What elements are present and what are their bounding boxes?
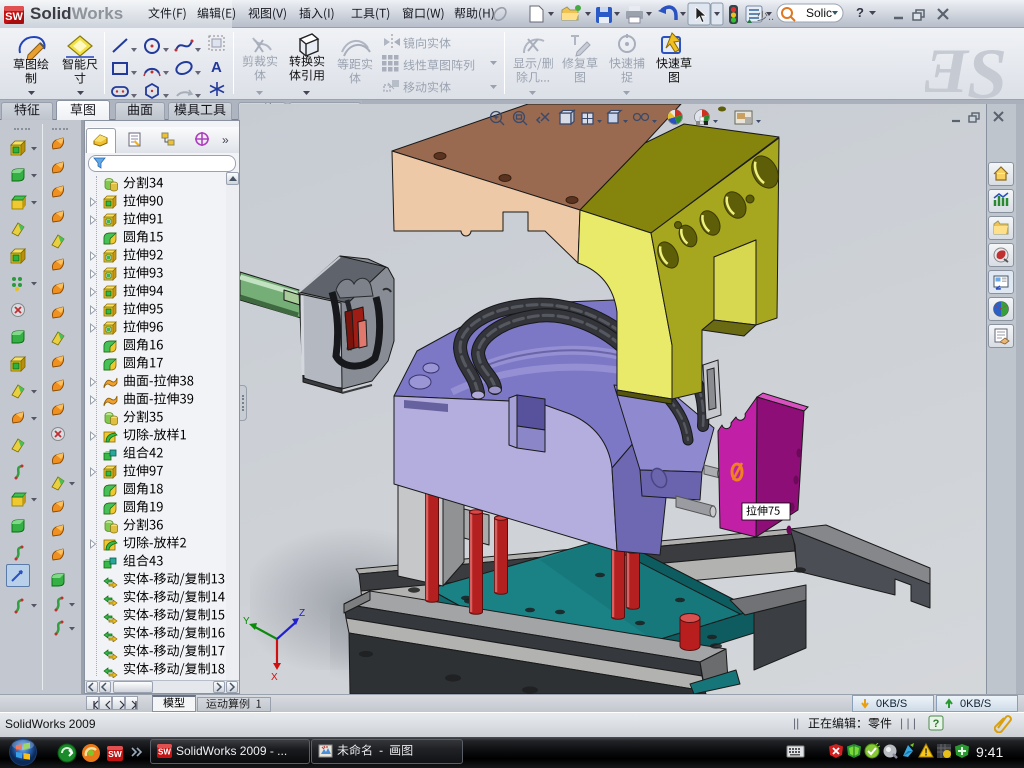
- svg-text:Y: Y: [243, 616, 250, 627]
- svg-text:!: !: [924, 748, 927, 759]
- svg-text:Z: Z: [299, 608, 305, 619]
- svg-text:Ǝ: Ǝ: [925, 35, 970, 100]
- svg-text:S: S: [967, 34, 1007, 100]
- svg-text:SW: SW: [158, 748, 171, 757]
- svg-text:X: X: [271, 672, 278, 683]
- svg-text:A: A: [211, 59, 222, 76]
- svg-text:SW: SW: [5, 11, 23, 23]
- svg-text:?: ?: [933, 718, 940, 730]
- svg-text:SW: SW: [108, 749, 123, 759]
